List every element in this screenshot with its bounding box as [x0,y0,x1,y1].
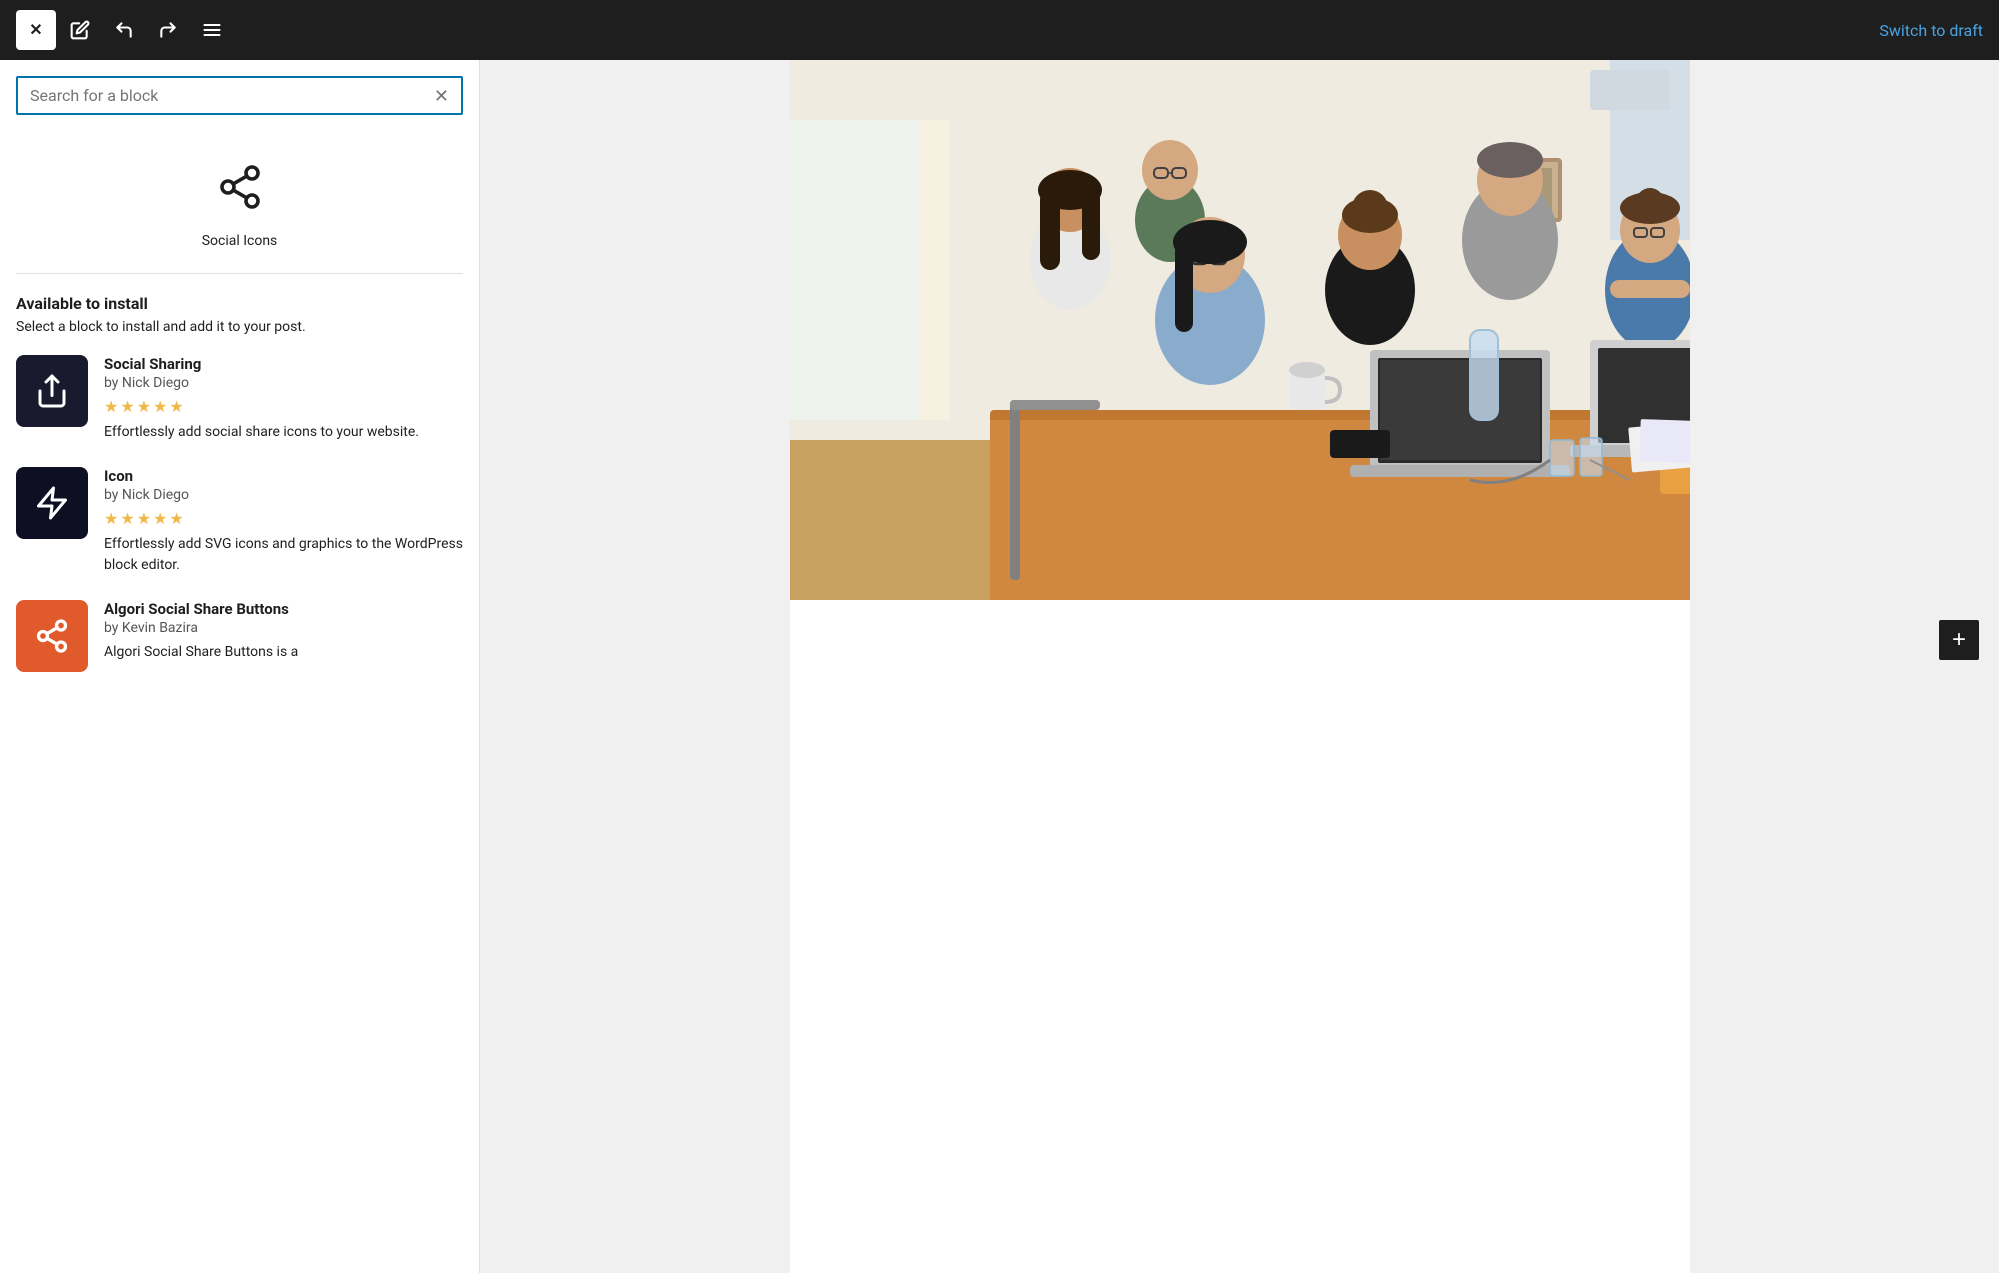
star-1: ★ [104,397,118,416]
algori-plugin-desc: Algori Social Share Buttons is a [104,642,463,663]
social-sharing-desc: Effortlessly add social share icons to y… [104,422,463,443]
star-3: ★ [137,397,151,416]
toolbar-left: ✕ [16,10,232,50]
available-section-subtitle: Select a block to install and add it to … [16,319,463,335]
icon-plugin-info: Icon by Nick Diego ★ ★ ★ ★ ★ Effortlessl… [104,467,463,576]
star-1: ★ [104,509,118,528]
social-icons-block-result[interactable]: Social Icons [16,139,463,265]
left-panel: social icons ✕ Social Icons Available to… [0,60,480,1273]
edit-button[interactable] [60,10,100,50]
menu-button[interactable] [192,10,232,50]
plugin-item-icon[interactable]: Icon by Nick Diego ★ ★ ★ ★ ★ Effortlessl… [16,467,463,576]
star-5: ★ [169,509,183,528]
star-3: ★ [137,509,151,528]
undo-icon [114,20,134,40]
photo-svg [790,60,1690,600]
star-5: ★ [169,397,183,416]
star-2: ★ [120,509,134,528]
undo-button[interactable] [104,10,144,50]
editor-content: + [790,60,1690,1273]
editor-area: + + [480,60,1999,1273]
social-sharing-info: Social Sharing by Nick Diego ★ ★ ★ ★ ★ E… [104,355,463,443]
icon-plugin-name: Icon [104,467,463,485]
add-block-button-float[interactable]: + [1939,620,1979,660]
star-4: ★ [153,509,167,528]
icon-plugin-desc: Effortlessly add SVG icons and graphics … [104,534,463,576]
algori-plugin-author: by Kevin Bazira [104,620,463,636]
icon-plugin-stars: ★ ★ ★ ★ ★ [104,509,463,528]
section-divider [16,273,463,274]
featured-image [790,60,1690,600]
close-button[interactable]: ✕ [16,10,56,50]
social-sharing-stars: ★ ★ ★ ★ ★ [104,397,463,416]
plugin-item-algori[interactable]: Algori Social Share Buttons by Kevin Baz… [16,600,463,672]
algori-plugin-info: Algori Social Share Buttons by Kevin Baz… [104,600,463,663]
star-4: ★ [153,397,167,416]
social-sharing-author: by Nick Diego [104,375,463,391]
social-sharing-icon [16,355,88,427]
search-input[interactable]: social icons [30,86,434,105]
switch-to-draft-button[interactable]: Switch to draft [1879,21,1983,40]
available-section: Available to install Select a block to i… [16,294,463,672]
redo-button[interactable] [148,10,188,50]
plugin-item-social-sharing[interactable]: Social Sharing by Nick Diego ★ ★ ★ ★ ★ E… [16,355,463,443]
main-area: social icons ✕ Social Icons Available to… [0,60,1999,1273]
pencil-icon [70,20,90,40]
available-section-title: Available to install [16,294,463,313]
search-clear-button[interactable]: ✕ [434,87,449,105]
search-box: social icons ✕ [16,76,463,115]
social-icons-label: Social Icons [202,233,278,249]
icon-plugin-author: by Nick Diego [104,487,463,503]
menu-icon [202,20,222,40]
star-2: ★ [120,397,134,416]
social-sharing-name: Social Sharing [104,355,463,373]
algori-plugin-name: Algori Social Share Buttons [104,600,463,618]
algori-plugin-icon [16,600,88,672]
toolbar: ✕ Switch to draft [0,0,1999,60]
icon-plugin-icon [16,467,88,539]
share-icon [216,163,264,221]
redo-icon [158,20,178,40]
